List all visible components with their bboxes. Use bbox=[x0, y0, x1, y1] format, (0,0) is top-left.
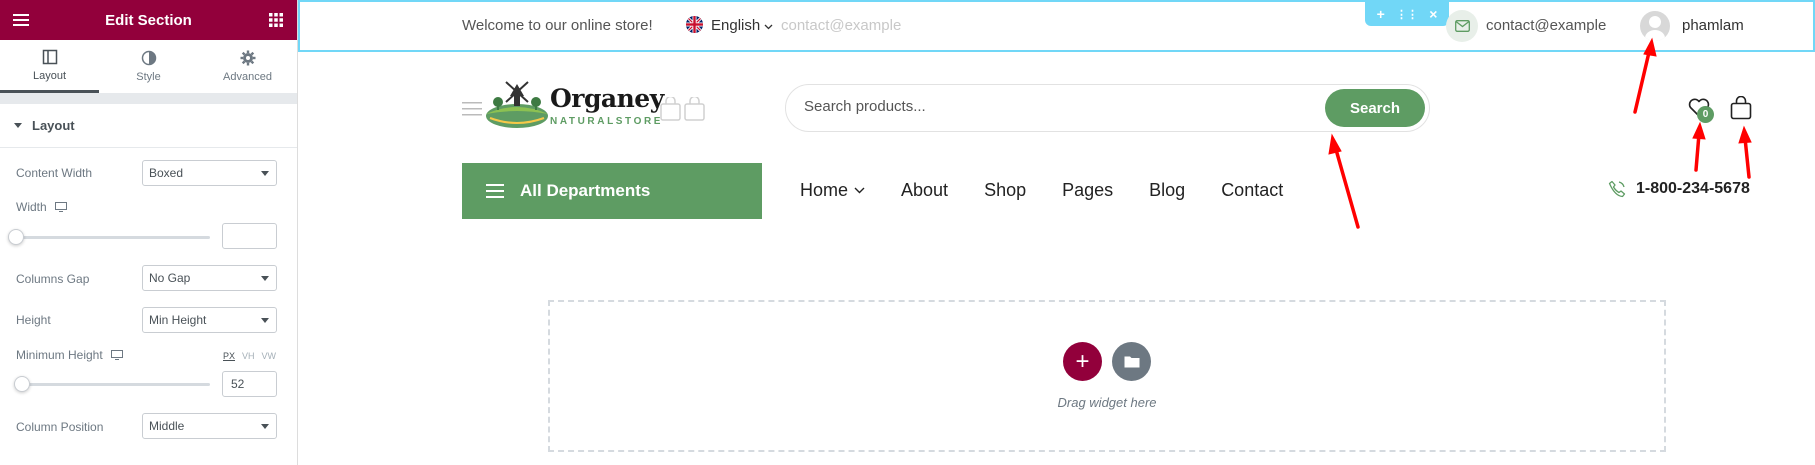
logo-name: Organey bbox=[550, 84, 664, 113]
nav-home[interactable]: Home bbox=[800, 180, 865, 201]
nav-blog[interactable]: Blog bbox=[1149, 180, 1185, 201]
plus-icon: + bbox=[1075, 347, 1090, 375]
width-input[interactable] bbox=[222, 223, 277, 249]
desktop-icon[interactable] bbox=[54, 202, 67, 212]
layout-section-toggle[interactable]: Layout bbox=[0, 104, 297, 148]
unit-px[interactable]: PX bbox=[223, 351, 235, 361]
screen: Edit Section Layout Style Advanced Layou… bbox=[0, 0, 1815, 465]
phone-icon bbox=[1608, 180, 1626, 198]
uk-flag-icon bbox=[686, 16, 703, 33]
all-departments-button[interactable]: All Departments bbox=[462, 163, 762, 219]
logo-mark-icon bbox=[486, 81, 548, 128]
tab-label: Advanced bbox=[223, 71, 272, 83]
minimum-height-input[interactable] bbox=[222, 371, 277, 397]
arrowhead bbox=[1738, 125, 1752, 144]
dropdown-arrow-icon bbox=[261, 318, 269, 323]
main-nav: Home About Shop Pages Blog Contact bbox=[800, 180, 1283, 201]
dropdown-arrow-icon bbox=[261, 171, 269, 176]
unit-vh[interactable]: VH bbox=[242, 351, 255, 361]
delete-section-icon[interactable]: × bbox=[1429, 6, 1437, 22]
column-position-label: Column Position bbox=[16, 420, 104, 434]
dropdown-arrow-icon bbox=[261, 276, 269, 281]
search-form: Search bbox=[785, 84, 1430, 132]
panel-header: Edit Section bbox=[0, 0, 297, 40]
mail-icon bbox=[1446, 10, 1478, 42]
minimum-height-slider[interactable] bbox=[16, 383, 210, 386]
wishlist-count-badge: 0 bbox=[1697, 106, 1714, 123]
ghost-email-text: contact@example bbox=[781, 17, 902, 34]
tab-label: Layout bbox=[32, 69, 67, 82]
phone-link[interactable]: 1-800-234-5678 bbox=[1608, 180, 1750, 198]
height-select[interactable]: Min Height bbox=[142, 307, 277, 333]
minimum-height-label: Minimum Height bbox=[16, 348, 123, 362]
arrowhead bbox=[1328, 133, 1342, 155]
language-selector[interactable]: English bbox=[711, 17, 773, 34]
chevron-down-icon bbox=[854, 187, 865, 194]
tab-label: Style bbox=[136, 71, 161, 83]
user-avatar[interactable] bbox=[1640, 11, 1670, 41]
width-slider[interactable] bbox=[16, 236, 210, 239]
width-label: Width bbox=[16, 200, 67, 214]
dropdown-arrow-icon bbox=[261, 424, 269, 429]
folder-icon bbox=[1124, 356, 1139, 368]
columns-gap-label: Columns Gap bbox=[16, 272, 90, 286]
unit-switcher: PX VH VW bbox=[223, 351, 276, 361]
arrow-to-wishlist bbox=[1694, 132, 1701, 172]
gear-icon bbox=[240, 50, 255, 66]
caret-down-icon bbox=[14, 123, 22, 128]
logo-tagline: NATURALSTORE bbox=[550, 116, 664, 127]
style-icon bbox=[141, 50, 156, 66]
tab-style[interactable]: Style bbox=[99, 40, 198, 93]
add-new-section-button[interactable]: + bbox=[1063, 342, 1102, 381]
contact-email-link[interactable]: contact@example bbox=[1486, 17, 1606, 34]
minimum-height-slider-handle[interactable] bbox=[14, 376, 30, 392]
content-width-label: Content Width bbox=[16, 166, 93, 180]
unit-vw[interactable]: VW bbox=[262, 351, 277, 361]
layout-icon bbox=[42, 49, 57, 64]
columns-gap-select[interactable]: No Gap bbox=[142, 265, 277, 291]
divider bbox=[0, 94, 297, 104]
username-link[interactable]: phamlam bbox=[1682, 17, 1744, 34]
add-template-button[interactable] bbox=[1112, 342, 1151, 381]
search-input[interactable] bbox=[804, 98, 1284, 115]
mobile-menu-icon[interactable] bbox=[462, 101, 482, 122]
section-handle[interactable]: + ⋮⋮ × bbox=[1365, 2, 1449, 26]
desktop-icon[interactable] bbox=[110, 350, 123, 360]
panel-tabs: Layout Style Advanced bbox=[0, 40, 297, 94]
height-label: Height bbox=[16, 313, 51, 327]
content-width-select[interactable]: Boxed bbox=[142, 160, 277, 186]
tab-advanced[interactable]: Advanced bbox=[198, 40, 297, 93]
ghost-bag-icon bbox=[660, 95, 706, 126]
nav-shop[interactable]: Shop bbox=[984, 180, 1026, 201]
arrow-to-avatar bbox=[1633, 46, 1652, 114]
phone-number: 1-800-234-5678 bbox=[1636, 180, 1750, 197]
editor-panel: Edit Section Layout Style Advanced Layou… bbox=[0, 0, 298, 465]
departments-label: All Departments bbox=[520, 181, 651, 200]
tab-layout[interactable]: Layout bbox=[0, 40, 99, 93]
drag-widget-hint: Drag widget here bbox=[1057, 395, 1157, 410]
cart-bag-icon[interactable] bbox=[1730, 95, 1752, 125]
drag-handle-icon[interactable]: ⋮⋮ bbox=[1396, 8, 1418, 21]
width-slider-handle[interactable] bbox=[8, 229, 24, 245]
column-position-select[interactable]: Middle bbox=[142, 413, 277, 439]
panel-title: Edit Section bbox=[105, 11, 192, 29]
chevron-down-icon bbox=[764, 24, 773, 30]
arrowhead bbox=[1692, 121, 1706, 140]
widgets-grid-icon[interactable] bbox=[267, 11, 285, 29]
section-title: Layout bbox=[32, 118, 75, 133]
empty-section-dropzone[interactable] bbox=[548, 300, 1666, 452]
add-section-icon[interactable]: + bbox=[1377, 6, 1385, 22]
nav-contact[interactable]: Contact bbox=[1221, 180, 1283, 201]
hamburger-menu-icon[interactable] bbox=[12, 11, 30, 29]
nav-pages[interactable]: Pages bbox=[1062, 180, 1113, 201]
welcome-text: Welcome to our online store! bbox=[462, 17, 653, 34]
nav-about[interactable]: About bbox=[901, 180, 948, 201]
arrow-to-search-button bbox=[1333, 144, 1360, 229]
arrow-to-cart bbox=[1743, 136, 1751, 179]
hamburger-icon bbox=[486, 184, 504, 198]
search-button[interactable]: Search bbox=[1325, 89, 1425, 127]
